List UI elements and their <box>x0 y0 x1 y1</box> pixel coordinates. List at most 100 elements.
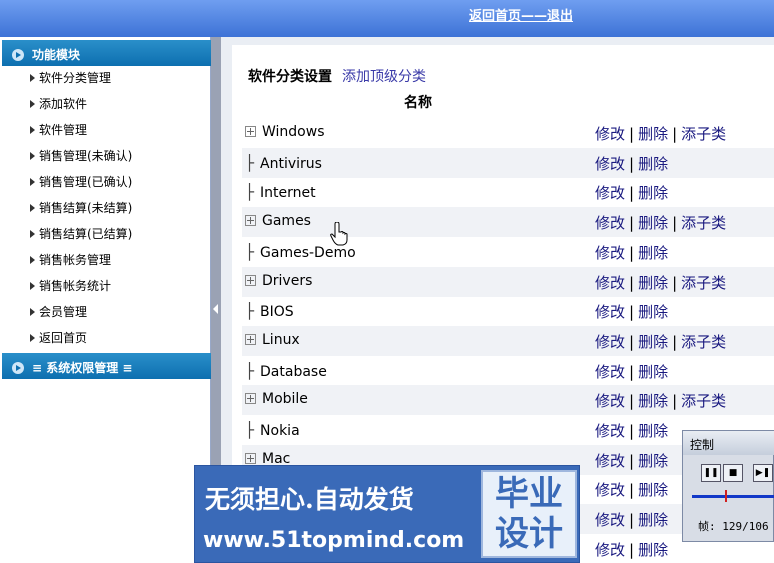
expand-icon[interactable] <box>245 393 256 404</box>
top-banner: 返回首页——退出 <box>0 0 774 37</box>
edit-link[interactable]: 修改 <box>595 303 625 321</box>
separator: | <box>672 392 678 410</box>
row-actions: 修改 | 删除 <box>595 479 668 500</box>
edit-link[interactable]: 修改 <box>595 244 625 262</box>
add-child-link[interactable]: 添子类 <box>681 125 726 143</box>
edit-link[interactable]: 修改 <box>595 125 625 143</box>
edit-link[interactable]: 修改 <box>595 155 625 173</box>
watermark-slogan: 无须担心.自动发货 <box>205 485 414 514</box>
sidebar-section-permissions[interactable]: ≡ 系统权限管理 ≡ <box>2 353 211 379</box>
add-child-link[interactable]: 添子类 <box>681 392 726 410</box>
sidebar-item[interactable]: 销售管理(未确认) <box>30 147 132 164</box>
sidebar-item[interactable]: 软件管理 <box>30 121 87 138</box>
stop-button[interactable]: ■ <box>723 464 743 482</box>
top-nav-links[interactable]: 返回首页——退出 <box>469 5 573 24</box>
category-name: Mobile <box>245 391 308 407</box>
sidebar-item[interactable]: 会员管理 <box>30 303 87 320</box>
edit-link[interactable]: 修改 <box>595 184 625 202</box>
delete-link[interactable]: 删除 <box>638 303 668 321</box>
category-name: Drivers <box>245 273 312 289</box>
expand-icon[interactable] <box>245 215 256 226</box>
category-name: ├ Nokia <box>245 421 300 439</box>
pause-button[interactable]: ❚❚ <box>701 464 721 482</box>
table-row: Linux 修改 | 删除 | 添子类 <box>242 326 774 356</box>
delete-link[interactable]: 删除 <box>638 244 668 262</box>
expand-icon[interactable] <box>245 126 256 137</box>
bullet-arrow-icon <box>30 126 35 134</box>
sidebar-item[interactable]: 软件分类管理 <box>30 69 111 86</box>
category-name-text: Nokia <box>260 423 300 439</box>
separator: | <box>672 125 678 143</box>
sidebar-item[interactable]: 销售结算(未结算) <box>30 199 132 216</box>
separator: | <box>629 422 635 440</box>
category-name-text: Database <box>260 364 327 380</box>
sidebar-item-label: 销售结算(未结算) <box>39 201 133 215</box>
progress-marker[interactable] <box>725 490 727 502</box>
sidebar-item[interactable]: 销售管理(已确认) <box>30 173 132 190</box>
edit-link[interactable]: 修改 <box>595 511 625 529</box>
delete-link[interactable]: 删除 <box>638 363 668 381</box>
category-name-text: BIOS <box>260 304 294 320</box>
delete-link[interactable]: 删除 <box>638 541 668 559</box>
progress-track[interactable] <box>692 495 774 498</box>
expand-icon[interactable] <box>245 453 256 464</box>
category-name-text: Antivirus <box>260 156 322 172</box>
sidebar-item[interactable]: 销售结算(已结算) <box>30 225 132 242</box>
category-name-text: Linux <box>262 332 300 348</box>
separator: | <box>629 333 635 351</box>
category-name: Linux <box>245 332 300 348</box>
next-button[interactable]: ▶❚ <box>753 464 773 482</box>
row-actions: 修改 | 删除 <box>595 153 668 174</box>
delete-link[interactable]: 删除 <box>638 452 668 470</box>
delete-link[interactable]: 删除 <box>638 274 668 292</box>
separator: | <box>629 155 635 173</box>
sidebar-item[interactable]: 返回首页 <box>30 329 87 346</box>
edit-link[interactable]: 修改 <box>595 333 625 351</box>
add-top-category-link[interactable]: 添加顶级分类 <box>342 69 426 85</box>
edit-link[interactable]: 修改 <box>595 481 625 499</box>
bullet-arrow-icon <box>30 152 35 160</box>
sidebar-item[interactable]: 销售帐务统计 <box>30 277 111 294</box>
delete-link[interactable]: 删除 <box>638 392 668 410</box>
edit-link[interactable]: 修改 <box>595 422 625 440</box>
bullet-arrow-icon <box>30 334 35 342</box>
add-child-link[interactable]: 添子类 <box>681 333 726 351</box>
sidebar-section-label: ≡ 系统权限管理 ≡ <box>32 361 133 375</box>
row-actions: 修改 | 删除 | 添子类 <box>595 331 726 352</box>
separator: | <box>672 274 678 292</box>
edit-link[interactable]: 修改 <box>595 274 625 292</box>
sidebar-section-functions[interactable]: 功能模块 <box>2 40 211 66</box>
add-child-link[interactable]: 添子类 <box>681 274 726 292</box>
delete-link[interactable]: 删除 <box>638 184 668 202</box>
collapse-arrow-icon[interactable] <box>213 304 218 314</box>
row-actions: 修改 | 删除 <box>595 301 668 322</box>
edit-link[interactable]: 修改 <box>595 392 625 410</box>
category-name: Games <box>245 213 311 229</box>
separator: | <box>672 214 678 232</box>
delete-link[interactable]: 删除 <box>638 511 668 529</box>
sidebar-item[interactable]: 销售帐务管理 <box>30 251 111 268</box>
table-row: ├ Database 修改 | 删除 <box>242 356 774 386</box>
page-title-text: 软件分类设置 <box>248 69 332 85</box>
delete-link[interactable]: 删除 <box>638 333 668 351</box>
add-child-link[interactable]: 添子类 <box>681 214 726 232</box>
delete-link[interactable]: 删除 <box>638 481 668 499</box>
expand-icon[interactable] <box>245 275 256 286</box>
category-name: Windows <box>245 124 325 140</box>
sidebar-item[interactable]: 添加软件 <box>30 95 87 112</box>
edit-link[interactable]: 修改 <box>595 541 625 559</box>
category-name-text: Mobile <box>262 391 308 407</box>
separator: | <box>629 274 635 292</box>
edit-link[interactable]: 修改 <box>595 363 625 381</box>
edit-link[interactable]: 修改 <box>595 452 625 470</box>
section-arrow-icon <box>12 362 24 374</box>
edit-link[interactable]: 修改 <box>595 214 625 232</box>
row-actions: 修改 | 删除 <box>595 509 668 530</box>
expand-icon[interactable] <box>245 334 256 345</box>
delete-link[interactable]: 删除 <box>638 422 668 440</box>
bullet-arrow-icon <box>30 178 35 186</box>
delete-link[interactable]: 删除 <box>638 155 668 173</box>
bullet-arrow-icon <box>30 308 35 316</box>
delete-link[interactable]: 删除 <box>638 125 668 143</box>
delete-link[interactable]: 删除 <box>638 214 668 232</box>
